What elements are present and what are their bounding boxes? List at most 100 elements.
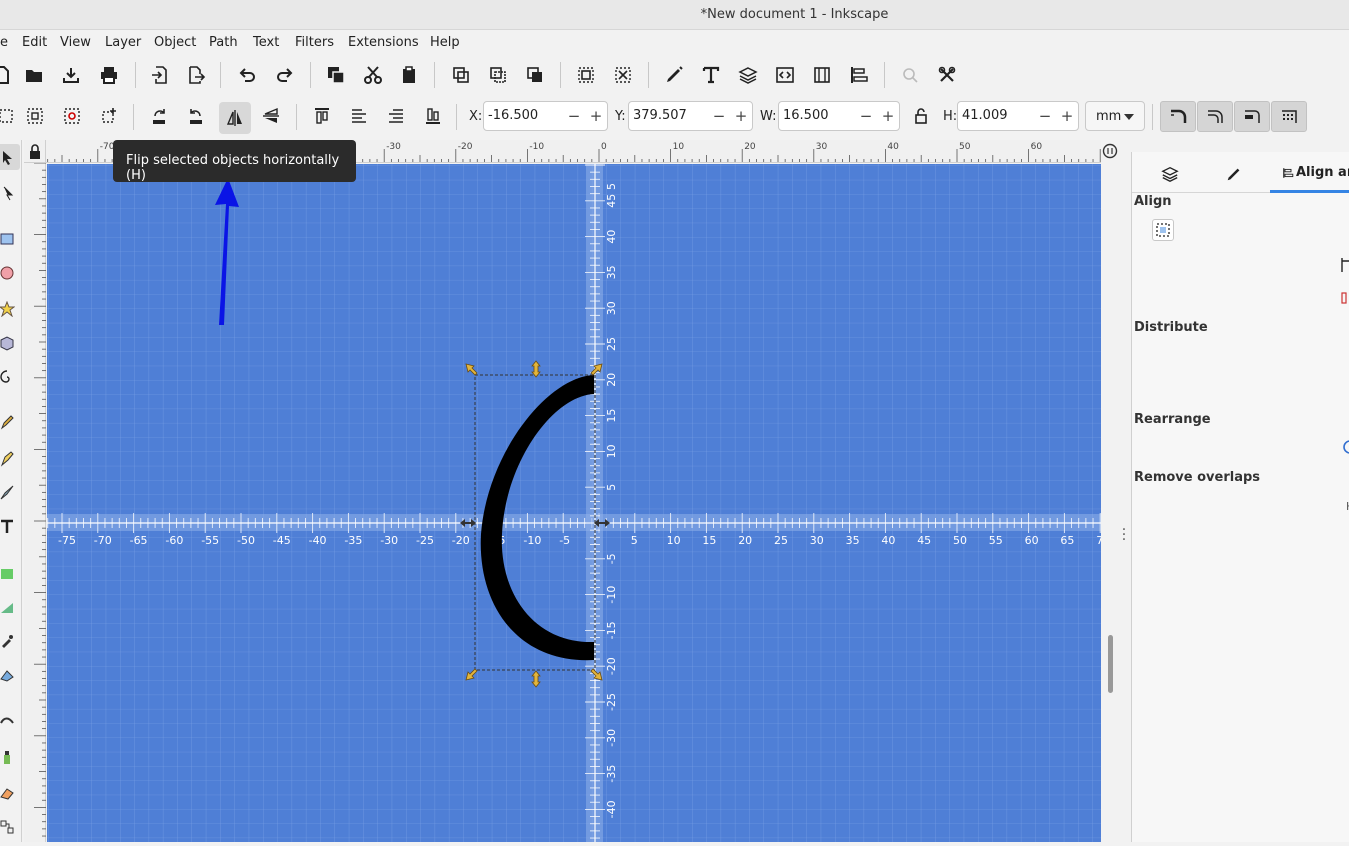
vertical-ruler[interactable]	[24, 162, 46, 842]
x-value[interactable]: -16.500	[484, 102, 563, 130]
dock-resize-handle[interactable]: · · ·	[1120, 523, 1128, 547]
connector-tool-icon[interactable]	[0, 814, 20, 840]
unlink-clone-icon[interactable]	[521, 61, 549, 89]
3d-box-tool-icon[interactable]	[0, 330, 20, 356]
h-decrement-button[interactable]: −	[1034, 102, 1056, 130]
menu-edit[interactable]: Edit	[22, 35, 47, 50]
text-tool-icon[interactable]	[0, 514, 20, 540]
calligraphy-tool-icon[interactable]	[0, 480, 20, 506]
x-decrement-button[interactable]: −	[563, 102, 585, 130]
spiral-tool-icon[interactable]	[0, 364, 20, 390]
h-increment-button[interactable]: +	[1056, 102, 1078, 130]
cut-icon[interactable]	[359, 61, 387, 89]
group-icon[interactable]	[572, 61, 600, 89]
y-value[interactable]: 379.507	[629, 102, 708, 130]
text-font-icon[interactable]	[697, 61, 725, 89]
deselect-icon[interactable]	[58, 102, 86, 130]
menu-filters[interactable]: Filters	[295, 35, 334, 50]
tab-fill-stroke[interactable]	[1204, 155, 1264, 193]
copy-icon[interactable]	[322, 61, 350, 89]
rearrange-graph-icon[interactable]	[1340, 438, 1349, 456]
save-icon[interactable]	[57, 61, 85, 89]
new-document-icon[interactable]	[0, 61, 16, 89]
canvas-drawing[interactable]: -75-70-65-60-55-50-45-40-35-30-25-20-15-…	[47, 164, 1101, 842]
rotate-ccw-icon[interactable]	[145, 102, 173, 130]
star-tool-icon[interactable]	[0, 296, 20, 322]
scale-stroke-toggle[interactable]	[1160, 101, 1196, 132]
w-decrement-button[interactable]: −	[855, 102, 877, 130]
menu-text[interactable]: Text	[253, 35, 279, 50]
select-all-layers-icon[interactable]	[21, 102, 49, 130]
flip-horizontal-button[interactable]	[219, 102, 251, 134]
document-properties-icon[interactable]	[808, 61, 836, 89]
pencil-tool-icon[interactable]	[0, 410, 20, 436]
spray-tool-icon[interactable]	[0, 744, 20, 770]
menu-view[interactable]: View	[60, 35, 91, 50]
menu-extensions[interactable]: Extensions	[348, 35, 419, 50]
redo-icon[interactable]	[271, 61, 299, 89]
raise-icon[interactable]	[345, 102, 373, 130]
h-value[interactable]: 41.009	[958, 102, 1034, 130]
tab-align-distribute[interactable]: Align and Distribute	[1270, 155, 1349, 193]
ungroup-icon[interactable]	[609, 61, 637, 89]
import-icon[interactable]	[146, 61, 174, 89]
flip-vertical-icon[interactable]	[257, 102, 285, 130]
menu-path[interactable]: Path	[209, 35, 238, 50]
selector-tool-icon[interactable]	[0, 144, 20, 170]
preferences-icon[interactable]	[933, 61, 961, 89]
xml-editor-icon[interactable]	[771, 61, 799, 89]
dropper-tool-icon[interactable]	[0, 628, 20, 654]
vertical-scrollbar[interactable]	[1101, 140, 1119, 842]
w-value[interactable]: 16.500	[779, 102, 855, 130]
select-all-icon[interactable]	[0, 102, 20, 130]
canvas[interactable]: -75-70-65-60-55-50-45-40-35-30-25-20-15-…	[47, 164, 1101, 842]
lock-aspect-icon[interactable]	[907, 102, 935, 130]
align-bottom-icon[interactable]	[1340, 291, 1349, 305]
raise-to-top-icon[interactable]	[308, 102, 336, 130]
open-folder-icon[interactable]	[20, 61, 48, 89]
align-left-edge-icon[interactable]	[1340, 256, 1349, 274]
pen-tool-icon[interactable]	[0, 446, 20, 472]
guide-lock-button[interactable]	[24, 140, 46, 163]
menu-layer[interactable]: Layer	[105, 35, 141, 50]
x-increment-button[interactable]: +	[585, 102, 607, 130]
eraser-tool-icon[interactable]	[0, 780, 20, 806]
duplicate-icon[interactable]	[447, 61, 475, 89]
move-gradients-toggle[interactable]	[1234, 101, 1270, 132]
w-field[interactable]: 16.500 − +	[778, 101, 900, 131]
h-field[interactable]: 41.009 − +	[957, 101, 1079, 131]
scale-corners-toggle[interactable]	[1197, 101, 1233, 132]
tab-layers[interactable]	[1142, 155, 1197, 193]
y-increment-button[interactable]: +	[730, 102, 752, 130]
y-field[interactable]: 379.507 − +	[628, 101, 753, 131]
vertical-scrollbar-thumb[interactable]	[1108, 635, 1113, 693]
align-distribute-icon[interactable]	[845, 61, 873, 89]
gradient-tool-icon[interactable]	[0, 560, 20, 586]
lower-icon[interactable]	[382, 102, 410, 130]
mesh-tool-icon[interactable]	[0, 594, 20, 620]
print-icon[interactable]	[95, 61, 123, 89]
unit-select[interactable]: mm	[1085, 101, 1145, 131]
w-increment-button[interactable]: +	[877, 102, 899, 130]
clone-icon[interactable]	[484, 61, 512, 89]
rectangle-tool-icon[interactable]	[0, 226, 20, 252]
paint-bucket-tool-icon[interactable]	[0, 662, 20, 688]
zoom-1-1-icon[interactable]	[1101, 142, 1119, 162]
tweak-tool-icon[interactable]	[0, 708, 20, 734]
lower-to-bottom-icon[interactable]	[419, 102, 447, 130]
paste-icon[interactable]	[395, 61, 423, 89]
menu-object[interactable]: Object	[154, 35, 196, 50]
ellipse-tool-icon[interactable]	[0, 260, 20, 286]
rotate-cw-icon[interactable]	[182, 102, 210, 130]
transform-handles-icon[interactable]	[95, 102, 123, 130]
relative-to-selector[interactable]	[1152, 219, 1174, 241]
menu-file[interactable]: e	[0, 35, 8, 50]
menu-help[interactable]: Help	[430, 35, 460, 50]
move-patterns-toggle[interactable]	[1271, 101, 1307, 132]
y-decrement-button[interactable]: −	[708, 102, 730, 130]
fill-stroke-icon[interactable]	[660, 61, 688, 89]
export-icon[interactable]	[182, 61, 210, 89]
x-field[interactable]: -16.500 − +	[483, 101, 608, 131]
undo-icon[interactable]	[233, 61, 261, 89]
layers-icon[interactable]	[734, 61, 762, 89]
